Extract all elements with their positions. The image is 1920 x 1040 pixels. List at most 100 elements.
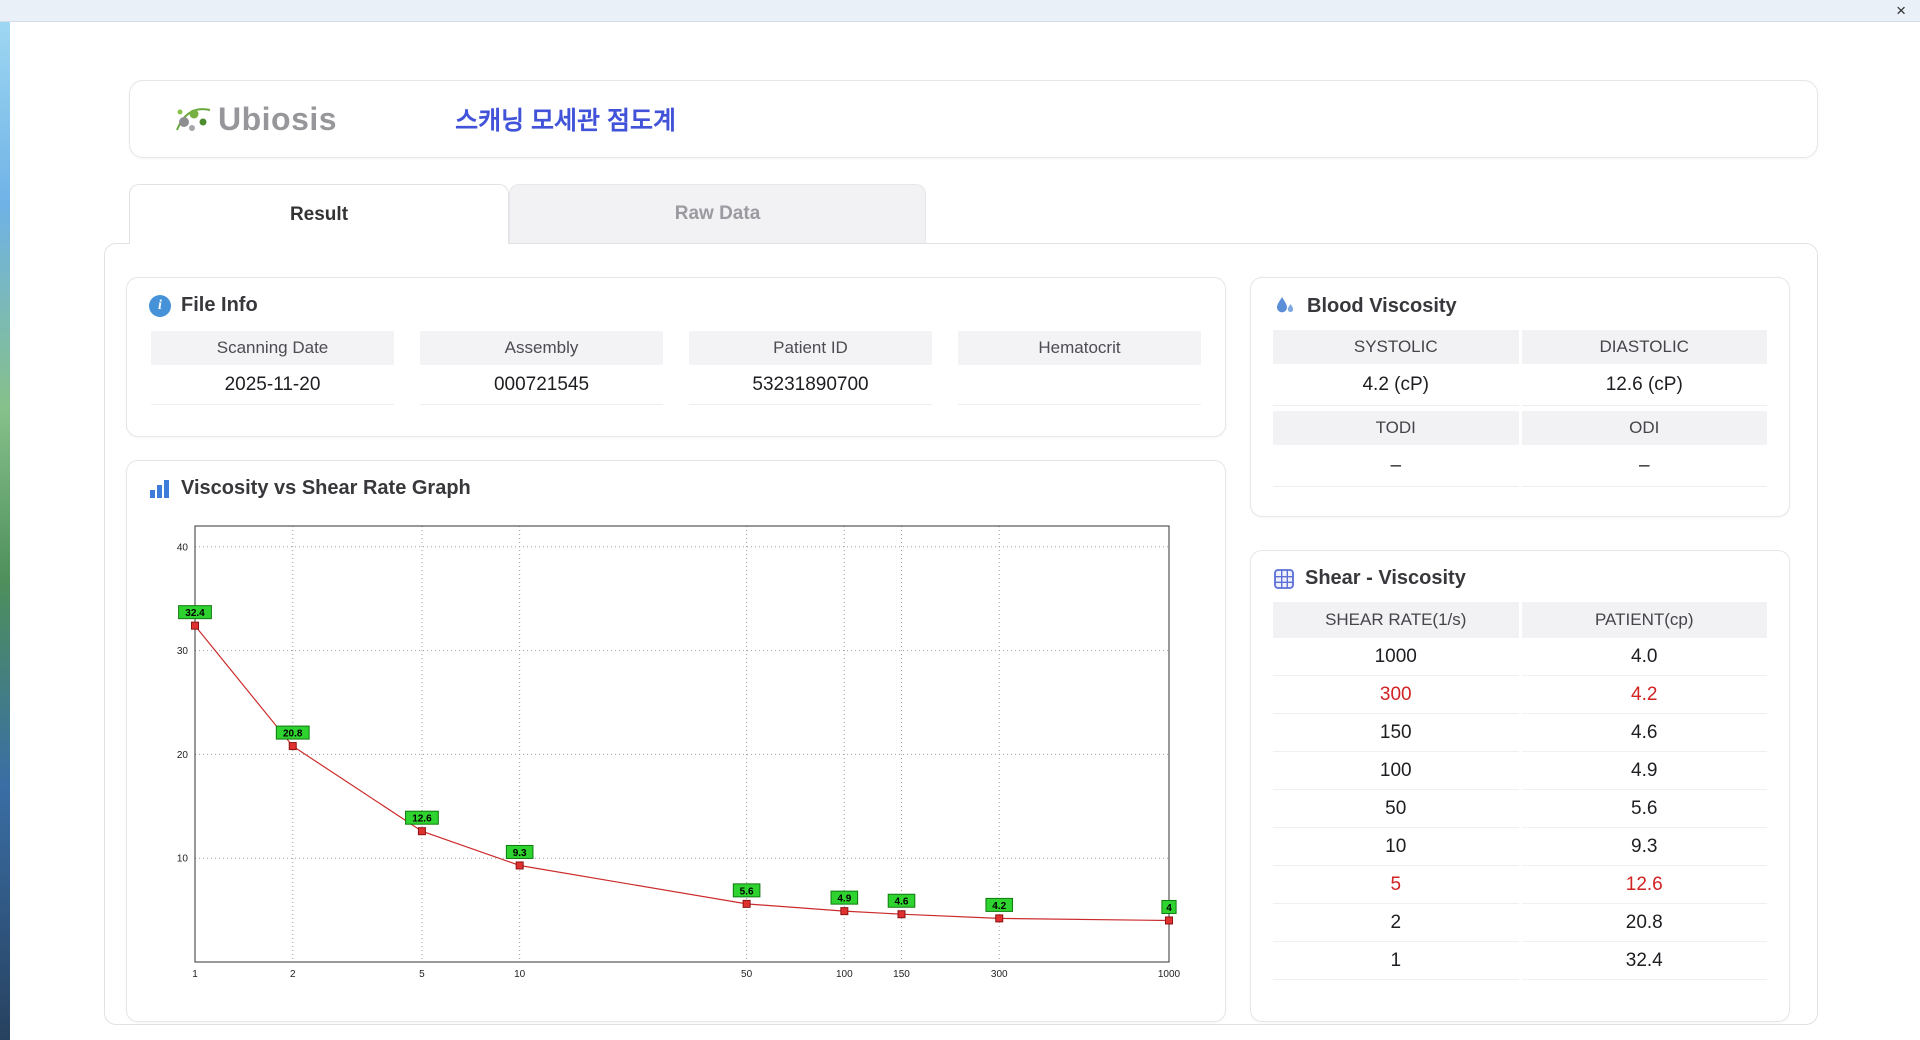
systolic-header: SYSTOLIC bbox=[1273, 330, 1519, 364]
patient-viscosity-cell: 5.6 bbox=[1521, 790, 1767, 828]
tab-result[interactable]: Result bbox=[129, 184, 509, 244]
graph-card: Viscosity vs Shear Rate Graph 10 20 30 40 1 2… bbox=[126, 460, 1226, 1022]
svg-text:150: 150 bbox=[893, 969, 910, 980]
svg-text:5.6: 5.6 bbox=[740, 886, 754, 897]
result-panel: File Info Scanning Date2025-11-20 Assembl… bbox=[104, 243, 1818, 1025]
shear-table-body: 1000 4.0 300 4.2 150 4.6 100 4.9 50 5.6 10 9.3 5 12.6… bbox=[1273, 638, 1767, 980]
droplet-icon bbox=[1277, 297, 1294, 313]
svg-text:4.9: 4.9 bbox=[837, 894, 851, 905]
patient-col-header: PATIENT(cp) bbox=[1521, 602, 1767, 638]
shear-rate-cell: 300 bbox=[1273, 676, 1519, 714]
file-info-heading: File Info bbox=[127, 278, 1225, 329]
close-icon[interactable]: × bbox=[1896, 0, 1906, 21]
file-info-field: Patient ID 53231890700 bbox=[689, 331, 932, 405]
diastolic-value: 12.6 (cP) bbox=[1521, 364, 1767, 406]
svg-text:20: 20 bbox=[177, 750, 189, 761]
svg-text:10: 10 bbox=[177, 854, 189, 865]
shear-rate-col-header: SHEAR RATE(1/s) bbox=[1273, 602, 1519, 638]
file-info-field: Scanning Date 2025-11-20 bbox=[151, 331, 394, 405]
svg-text:40: 40 bbox=[177, 542, 189, 553]
field-value: 2025-11-20 bbox=[151, 365, 394, 405]
field-value: 53231890700 bbox=[689, 365, 932, 405]
svg-text:1: 1 bbox=[192, 969, 198, 980]
shear-table-row: 1000 4.0 bbox=[1273, 638, 1767, 676]
logo-flower-icon bbox=[176, 108, 211, 131]
odi-header: ODI bbox=[1521, 411, 1767, 445]
svg-text:100: 100 bbox=[836, 969, 853, 980]
shear-viscosity-heading: Shear - Viscosity bbox=[1251, 551, 1789, 602]
svg-text:5: 5 bbox=[419, 969, 425, 980]
svg-text:2: 2 bbox=[290, 969, 296, 980]
shear-table-row: 1 32.4 bbox=[1273, 942, 1767, 980]
ubiosis-logo: Ubiosis bbox=[172, 101, 337, 138]
file-info-field: Hematocrit bbox=[958, 331, 1201, 405]
app-title: 스캐닝 모세관 점도계 bbox=[455, 107, 676, 135]
file-info-card: File Info Scanning Date2025-11-20 Assembl… bbox=[126, 277, 1226, 437]
file-info-field: Assembly 000721545 bbox=[420, 331, 663, 405]
svg-text:9.3: 9.3 bbox=[513, 848, 527, 859]
shear-table-row: 100 4.9 bbox=[1273, 752, 1767, 790]
viscosity-chart-svg: 10 20 30 40 1 2 5 10 50 100 150 300 1000 32.4 20.8 12.6… bbox=[177, 525, 1181, 980]
shear-rate-cell: 10 bbox=[1273, 828, 1519, 866]
blood-viscosity-table: SYSTOLIC DIASTOLIC 4.2 (cP) 12.6 (cP) TO… bbox=[1251, 330, 1789, 487]
tab-bar: Result Raw Data bbox=[129, 184, 926, 244]
field-label: Patient ID bbox=[689, 331, 932, 365]
patient-viscosity-cell: 4.9 bbox=[1521, 752, 1767, 790]
svg-text:50: 50 bbox=[741, 969, 753, 980]
svg-text:4: 4 bbox=[1166, 903, 1172, 914]
graph-heading: Viscosity vs Shear Rate Graph bbox=[127, 461, 1225, 512]
svg-text:32.4: 32.4 bbox=[185, 608, 205, 619]
grid-table-icon bbox=[1274, 568, 1294, 589]
systolic-value: 4.2 (cP) bbox=[1273, 364, 1519, 406]
patient-viscosity-cell: 4.2 bbox=[1521, 676, 1767, 714]
svg-text:1000: 1000 bbox=[1158, 969, 1181, 980]
shear-table-row: 2 20.8 bbox=[1273, 904, 1767, 942]
bar-chart-icon bbox=[150, 479, 169, 498]
shear-rate-cell: 5 bbox=[1273, 866, 1519, 904]
field-value: 000721545 bbox=[420, 365, 663, 405]
info-icon bbox=[149, 294, 171, 317]
blood-viscosity-heading: Blood Viscosity bbox=[1251, 278, 1789, 330]
svg-text:4.6: 4.6 bbox=[895, 897, 909, 908]
graph-title: Viscosity vs Shear Rate Graph bbox=[181, 477, 471, 499]
shear-rate-cell: 50 bbox=[1273, 790, 1519, 828]
logo-text: Ubiosis bbox=[218, 100, 338, 137]
file-info-title: File Info bbox=[181, 294, 258, 316]
shear-rate-cell: 150 bbox=[1273, 714, 1519, 752]
shear-viscosity-card: Shear - Viscosity SHEAR RATE(1/s) PATIEN… bbox=[1250, 550, 1790, 1022]
field-label: Hematocrit bbox=[958, 331, 1201, 365]
shear-rate-cell: 2 bbox=[1273, 904, 1519, 942]
field-value bbox=[958, 365, 1201, 405]
svg-text:30: 30 bbox=[177, 646, 189, 657]
file-info-fields: Scanning Date 2025-11-20 Assembly 000721545… bbox=[127, 329, 1225, 405]
blood-viscosity-card: Blood Viscosity SYSTOLIC DIASTOLIC 4.2 (… bbox=[1250, 277, 1790, 517]
shear-table-row: 5 12.6 bbox=[1273, 866, 1767, 904]
shear-viscosity-table: SHEAR RATE(1/s) PATIENT(cp) 1000 4.0 300 4.… bbox=[1251, 602, 1789, 980]
desktop-background-sliver bbox=[0, 22, 10, 1040]
shear-table-header: SHEAR RATE(1/s) PATIENT(cp) bbox=[1273, 602, 1767, 638]
svg-text:300: 300 bbox=[991, 969, 1008, 980]
odi-value: – bbox=[1521, 445, 1767, 487]
patient-viscosity-cell: 4.0 bbox=[1521, 638, 1767, 676]
patient-viscosity-cell: 32.4 bbox=[1521, 942, 1767, 980]
patient-viscosity-cell: 9.3 bbox=[1521, 828, 1767, 866]
shear-table-row: 150 4.6 bbox=[1273, 714, 1767, 752]
field-label: Assembly bbox=[420, 331, 663, 365]
shear-table-row: 10 9.3 bbox=[1273, 828, 1767, 866]
svg-text:10: 10 bbox=[514, 969, 526, 980]
tab-raw-data[interactable]: Raw Data bbox=[509, 184, 926, 243]
patient-viscosity-cell: 20.8 bbox=[1521, 904, 1767, 942]
todi-header: TODI bbox=[1273, 411, 1519, 445]
svg-text:12.6: 12.6 bbox=[412, 814, 432, 825]
patient-viscosity-cell: 12.6 bbox=[1521, 866, 1767, 904]
svg-text:20.8: 20.8 bbox=[283, 729, 303, 740]
window-titlebar: × bbox=[0, 0, 1920, 22]
shear-rate-cell: 1000 bbox=[1273, 638, 1519, 676]
shear-table-row: 300 4.2 bbox=[1273, 676, 1767, 714]
viscosity-chart: 10 20 30 40 1 2 5 10 50 100 150 300 1000 32.4 20.8 12.6… bbox=[127, 512, 1225, 997]
patient-viscosity-cell: 4.6 bbox=[1521, 714, 1767, 752]
todi-value: – bbox=[1273, 445, 1519, 487]
blood-viscosity-title: Blood Viscosity bbox=[1307, 294, 1457, 317]
app-header: Ubiosis 스캐닝 모세관 점도계 bbox=[129, 80, 1818, 158]
svg-text:4.2: 4.2 bbox=[992, 901, 1006, 912]
